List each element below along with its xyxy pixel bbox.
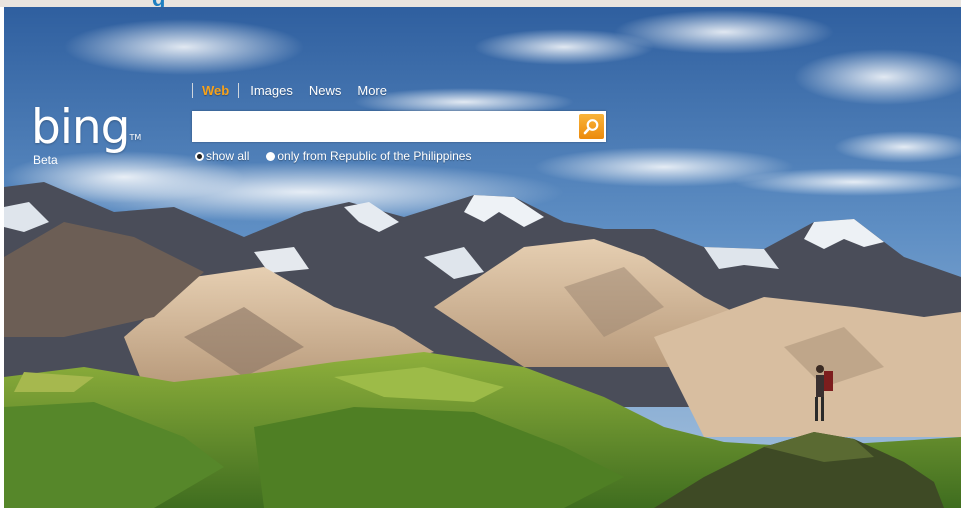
- radio-show-all[interactable]: [195, 151, 204, 161]
- bing-logo-text: bing: [31, 100, 131, 155]
- browser-top-strip: g: [0, 0, 961, 10]
- tab-more[interactable]: More: [357, 83, 387, 98]
- bing-logo[interactable]: bingTM: [31, 103, 141, 153]
- nav-divider: [192, 82, 193, 98]
- search-scope-nav: Web Images News More: [192, 82, 403, 98]
- show-all-label[interactable]: show all: [206, 149, 249, 163]
- search-input[interactable]: [192, 111, 574, 142]
- trademark-mark: TM: [129, 133, 142, 142]
- tab-news[interactable]: News: [309, 83, 342, 98]
- nav-divider: [238, 82, 240, 98]
- bing-homepage: g: [0, 0, 961, 508]
- search-button[interactable]: [579, 114, 604, 139]
- search-box: [192, 111, 606, 142]
- beta-label: Beta: [33, 153, 58, 167]
- scope-options: show all only from Republic of the Phili…: [195, 149, 471, 163]
- background-photo: [4, 7, 961, 508]
- radio-philippines-only[interactable]: [266, 151, 276, 161]
- tab-web[interactable]: Web: [202, 83, 229, 98]
- partial-logo-text: g: [152, 0, 165, 10]
- tab-images[interactable]: Images: [250, 83, 293, 98]
- philippines-only-label[interactable]: only from Republic of the Philippines: [277, 149, 471, 163]
- magnifier-icon: [583, 119, 599, 135]
